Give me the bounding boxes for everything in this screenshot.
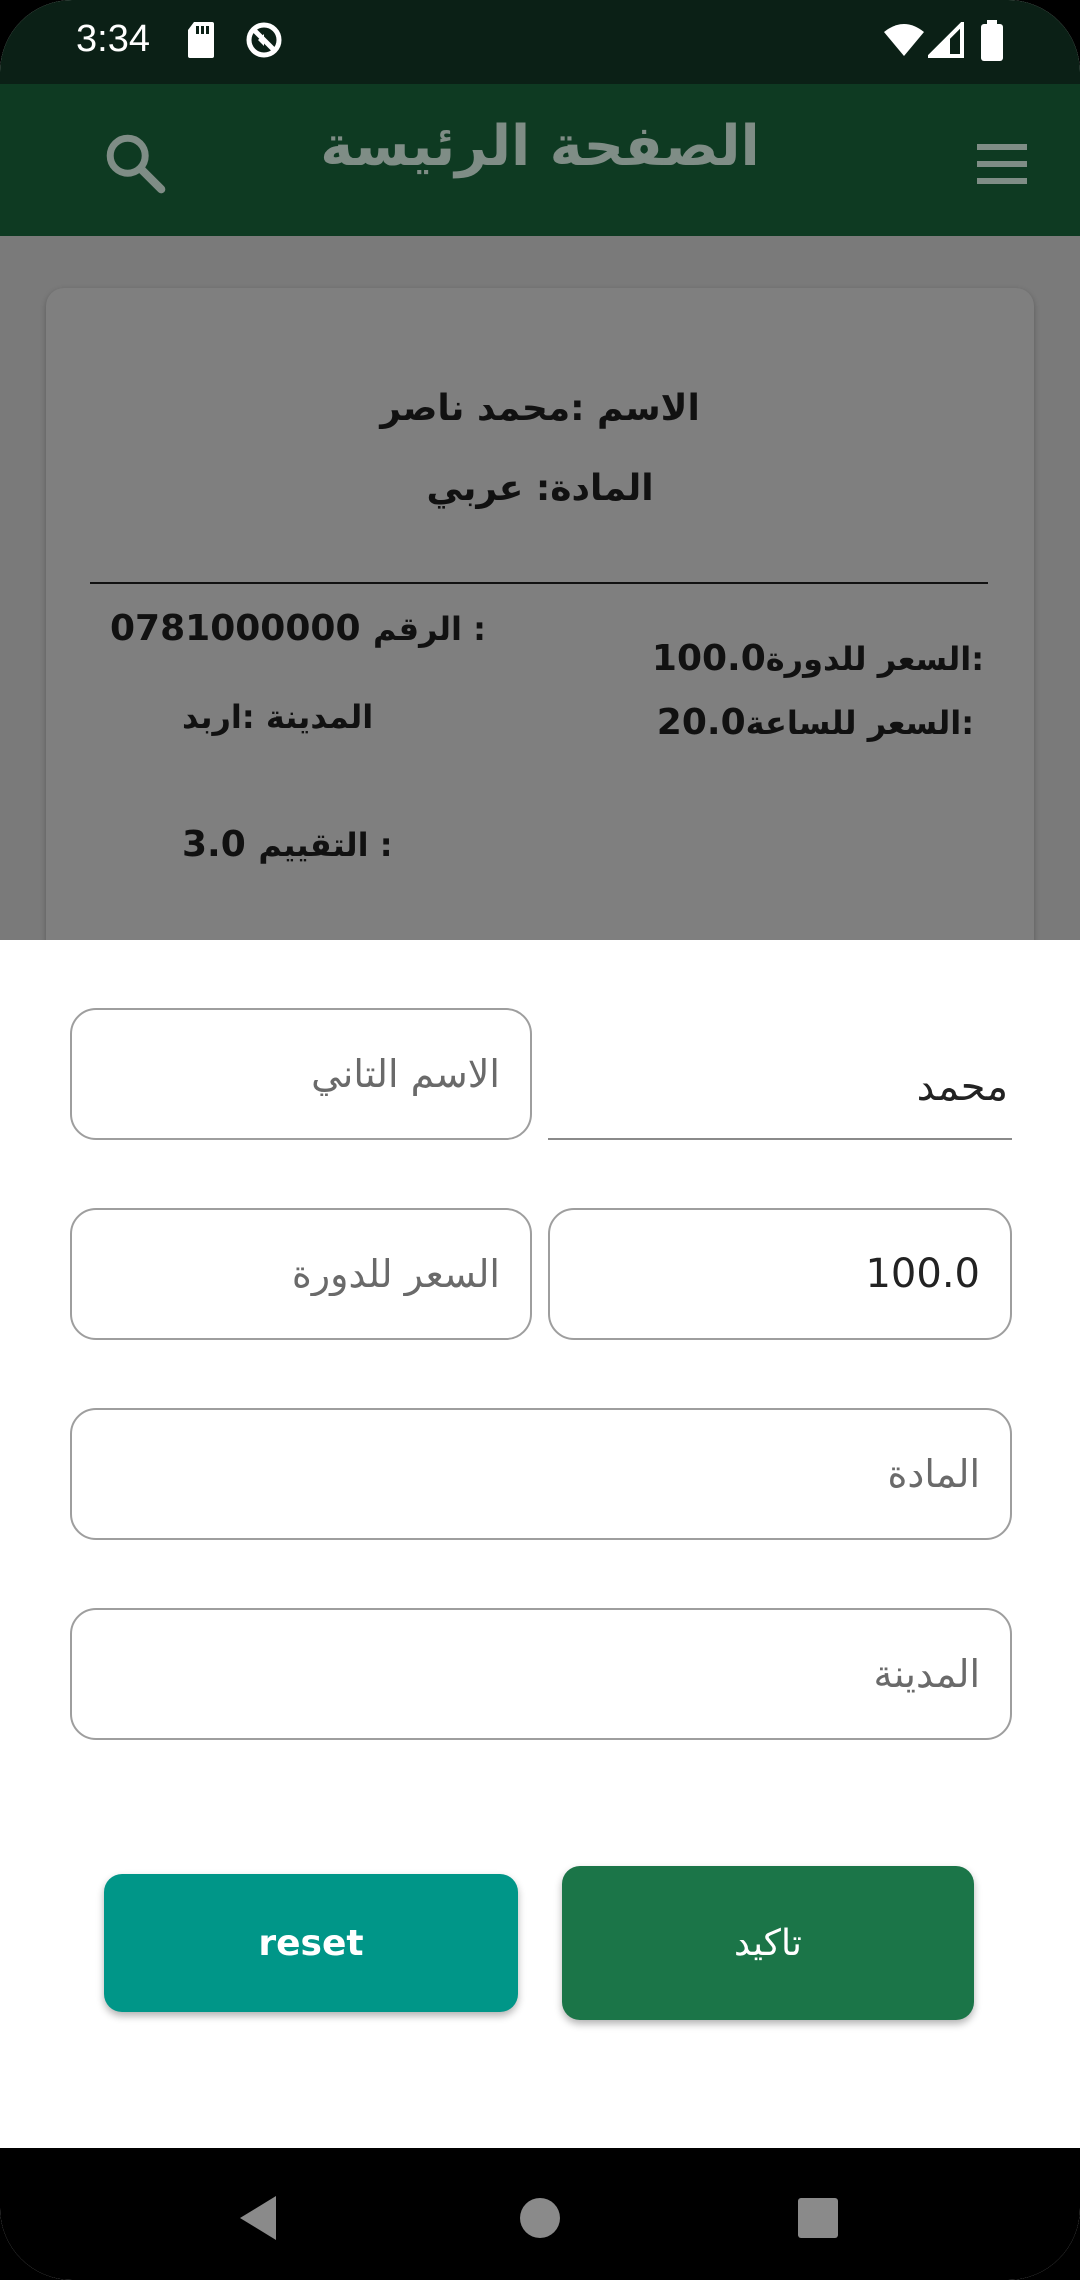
subject-field[interactable] <box>70 1408 1012 1540</box>
teacher-name: الاسم :محمد ناصر <box>380 388 700 429</box>
status-time: 3:34 <box>76 18 150 60</box>
course-price-field[interactable] <box>70 1208 532 1340</box>
teacher-city: المدينة :اربد <box>182 698 374 736</box>
course-price-row: 100.0السعر للدورة: <box>652 638 984 679</box>
phone-row: 0781000000 الرقم : <box>110 608 486 649</box>
teacher-card[interactable]: الاسم :محمد ناصر المادة: عربي 0781000000… <box>46 288 1034 998</box>
wifi-icon <box>884 24 924 56</box>
hour-price-label: السعر للساعة: <box>745 704 974 742</box>
hour-price-value: 20.0 <box>656 702 746 743</box>
first-name-field[interactable] <box>548 1036 1012 1140</box>
recents-icon[interactable] <box>798 2198 838 2238</box>
hour-price-field[interactable] <box>548 1208 1012 1340</box>
rating-value: 3.0 <box>182 824 246 865</box>
teacher-subject: المادة: عربي <box>426 468 654 509</box>
confirm-button[interactable]: تاكيد <box>562 1866 974 2020</box>
page-title: الصفحة الرئيسة <box>320 114 760 179</box>
back-icon[interactable] <box>236 2194 280 2242</box>
reset-button[interactable]: reset <box>104 1874 518 2012</box>
rating-label: التقييم : <box>258 826 393 864</box>
app-bar: الصفحة الرئيسة <box>0 84 1080 236</box>
battery-icon <box>981 20 1003 61</box>
phone-label: الرقم : <box>373 610 486 648</box>
phone-value: 0781000000 <box>110 608 361 649</box>
card-divider <box>90 582 988 584</box>
content-area: الاسم :محمد ناصر المادة: عربي 0781000000… <box>0 236 1080 998</box>
status-bar: 3:34 <box>0 0 1080 84</box>
home-icon[interactable] <box>518 2196 562 2240</box>
signal-icon <box>928 22 964 58</box>
menu-icon[interactable] <box>972 134 1032 194</box>
sync-off-icon <box>246 22 282 58</box>
course-price-value: 100.0 <box>651 638 766 679</box>
edit-sheet: reset تاكيد <box>0 940 1080 2148</box>
rating-row: 3.0 التقييم : <box>182 824 393 865</box>
navigation-bar <box>0 2148 1080 2280</box>
second-name-field[interactable] <box>70 1008 532 1140</box>
city-field[interactable] <box>70 1608 1012 1740</box>
sd-card-icon <box>188 22 214 58</box>
screen: 3:34 الصفحة الرئيسة الاسم:محمد ناصر الم… <box>0 0 1080 2280</box>
course-price-label: السعر للدورة: <box>765 640 984 678</box>
hour-price-row: 20.0السعر للساعة: <box>657 702 974 743</box>
